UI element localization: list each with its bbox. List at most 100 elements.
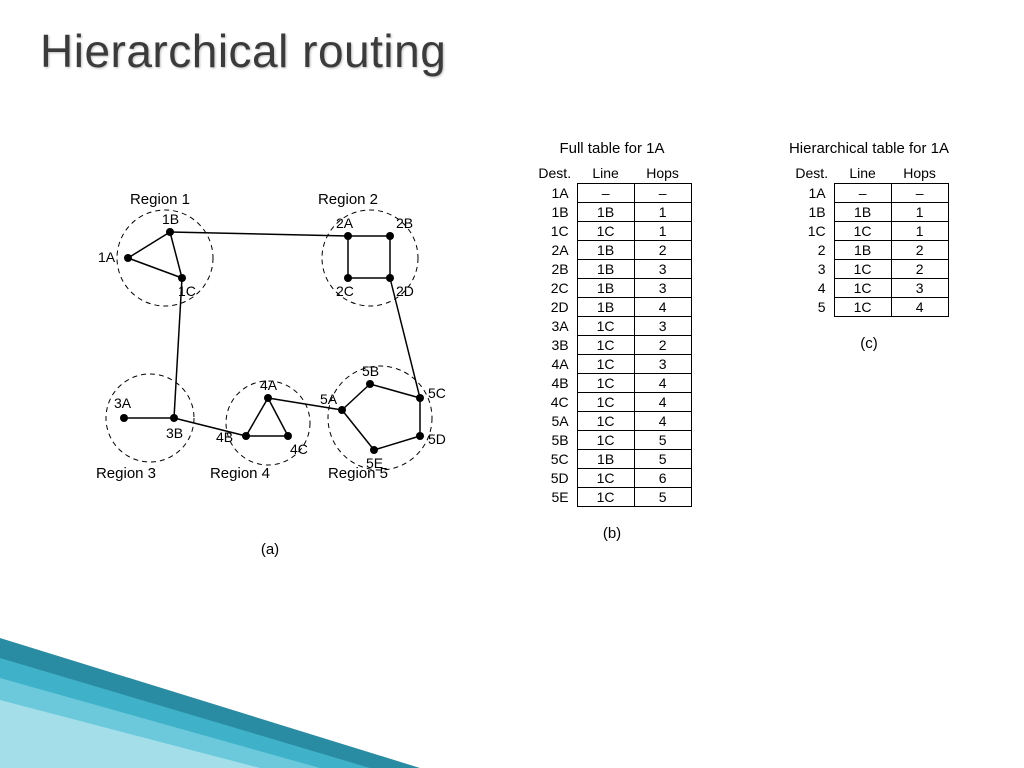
hier-dest-header: Dest. — [789, 163, 834, 184]
full-line: 1B — [577, 298, 634, 317]
hier-line: 1C — [834, 298, 891, 317]
table-row: 1B1B1 — [789, 203, 948, 222]
network-diagram: Region 1Region 2Region 3Region 4Region 5… — [70, 188, 470, 518]
hier-line: – — [834, 184, 891, 203]
hier-hops: 4 — [891, 298, 948, 317]
table-row: 5C1B5 — [532, 450, 691, 469]
full-dest: 1C — [532, 222, 577, 241]
node-label: 5B — [362, 363, 379, 379]
full-dest: 5C — [532, 450, 577, 469]
edge — [342, 384, 370, 410]
node-label: 2B — [396, 215, 413, 231]
full-dest: 2C — [532, 279, 577, 298]
node-dot — [416, 394, 424, 402]
hier-line: 1B — [834, 241, 891, 260]
hier-table-title: Hierarchical table for 1A — [754, 140, 984, 157]
hier-line: 1C — [834, 222, 891, 241]
table-row: 3A1C3 — [532, 317, 691, 336]
node-dot — [284, 432, 292, 440]
full-dest: 4A — [532, 355, 577, 374]
table-row: 1C1C1 — [789, 222, 948, 241]
node-label: 1A — [98, 249, 116, 265]
full-dest: 3A — [532, 317, 577, 336]
full-line: 1C — [577, 431, 634, 450]
hier-hops: 1 — [891, 222, 948, 241]
hier-line-header: Line — [834, 163, 891, 184]
table-row: 1A–– — [532, 184, 691, 203]
node-label: 1C — [178, 283, 196, 299]
table-row: 4B1C4 — [532, 374, 691, 393]
table-row: 2B1B3 — [532, 260, 691, 279]
full-line: 1B — [577, 241, 634, 260]
hier-dest: 3 — [789, 260, 834, 279]
full-line: 1C — [577, 336, 634, 355]
hier-line: 1B — [834, 203, 891, 222]
node-label: 5D — [428, 431, 446, 447]
node-dot — [178, 274, 186, 282]
full-line-header: Line — [577, 163, 634, 184]
table-row: 1C1C1 — [532, 222, 691, 241]
node-dot — [264, 394, 272, 402]
full-dest: 5D — [532, 469, 577, 488]
full-hops: 4 — [634, 393, 691, 412]
node-label: 2D — [396, 283, 414, 299]
full-dest: 4C — [532, 393, 577, 412]
table-row: 3B1C2 — [532, 336, 691, 355]
node-label: 5C — [428, 385, 446, 401]
table-row: 2D1B4 — [532, 298, 691, 317]
node-dot — [170, 414, 178, 422]
full-line: 1B — [577, 203, 634, 222]
edge — [342, 410, 374, 450]
diagram-panel: Region 1Region 2Region 3Region 4Region 5… — [70, 140, 470, 558]
panel-label-c: (c) — [754, 335, 984, 352]
hier-dest: 1A — [789, 184, 834, 203]
edge — [170, 232, 348, 236]
full-hops: 6 — [634, 469, 691, 488]
table-row: 4C1C4 — [532, 393, 691, 412]
slide-title: Hierarchical routing — [40, 24, 446, 78]
hier-dest: 1C — [789, 222, 834, 241]
full-line: 1C — [577, 222, 634, 241]
full-hops: 1 — [634, 222, 691, 241]
hier-line: 1C — [834, 260, 891, 279]
hier-hops-header: Hops — [891, 163, 948, 184]
table-row: 2C1B3 — [532, 279, 691, 298]
hier-table: Dest. Line Hops 1A––1B1B11C1C121B231C241… — [789, 163, 948, 317]
node-dot — [166, 228, 174, 236]
full-line: 1C — [577, 412, 634, 431]
full-hops-header: Hops — [634, 163, 691, 184]
full-table-title: Full table for 1A — [507, 140, 717, 157]
hier-dest: 1B — [789, 203, 834, 222]
table-row: 5D1C6 — [532, 469, 691, 488]
full-line: 1B — [577, 260, 634, 279]
region-label: Region 4 — [210, 465, 270, 482]
full-dest: 1B — [532, 203, 577, 222]
edge — [370, 384, 420, 398]
hier-line: 1C — [834, 279, 891, 298]
node-label: 4A — [260, 377, 278, 393]
full-hops: 2 — [634, 241, 691, 260]
full-hops: 4 — [634, 298, 691, 317]
node-dot — [370, 446, 378, 454]
node-dot — [386, 232, 394, 240]
node-label: 2C — [336, 283, 354, 299]
slide: Hierarchical routing Region 1Region 2Reg… — [0, 0, 1024, 768]
table-row: 2A1B2 — [532, 241, 691, 260]
table-row: 51C4 — [789, 298, 948, 317]
table-row: 5E1C5 — [532, 488, 691, 507]
region-label: Region 1 — [130, 191, 190, 208]
full-dest: 5A — [532, 412, 577, 431]
hier-dest: 5 — [789, 298, 834, 317]
node-dot — [124, 254, 132, 262]
hier-hops: 2 — [891, 241, 948, 260]
full-line: 1C — [577, 488, 634, 507]
hier-hops: – — [891, 184, 948, 203]
node-dot — [344, 232, 352, 240]
full-dest: 4B — [532, 374, 577, 393]
hier-hops: 1 — [891, 203, 948, 222]
table-row: 1B1B1 — [532, 203, 691, 222]
node-dot — [242, 432, 250, 440]
full-hops: – — [634, 184, 691, 203]
full-line: 1B — [577, 279, 634, 298]
full-hops: 5 — [634, 488, 691, 507]
